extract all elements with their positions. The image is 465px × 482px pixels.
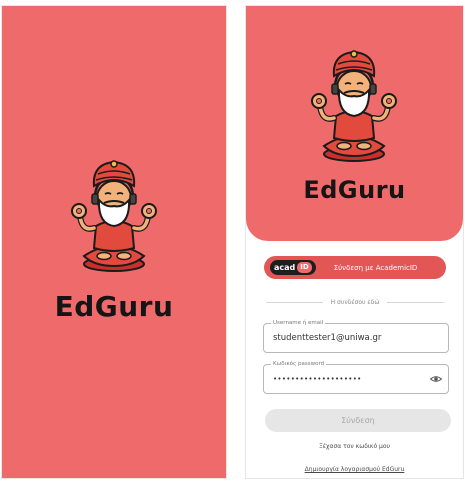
forgot-password-link[interactable]: Ξέχασα τον κωδικό μου [246, 443, 463, 450]
username-field[interactable]: Username ή email studenttester1@uniwa.gr [263, 319, 449, 353]
divider-line-right [387, 301, 444, 303]
guru-mascot-icon [64, 156, 164, 274]
academid-logo-badge: ID [297, 262, 312, 273]
academid-logo-text: acad [274, 263, 296, 272]
username-value: studenttester1@uniwa.gr [273, 333, 382, 343]
username-label: Username ή email [271, 319, 326, 327]
or-divider: Η συνδέσου εδώ [266, 297, 444, 307]
login-screen: EdGuru acad ID Σύνδεση με AcademicID Η σ… [246, 6, 463, 478]
login-submit-button[interactable]: Σύνδεση [265, 409, 451, 432]
password-value: •••••••••••••••••••• [273, 375, 362, 383]
password-label: Κωδικός password [271, 360, 327, 368]
divider-text: Η συνδέσου εδώ [330, 298, 380, 306]
create-account-link[interactable]: Δημιουργία λογαριασμού EdGuru [246, 466, 463, 473]
splash-brand-title: EdGuru [54, 290, 174, 323]
splash-screen: EdGuru [2, 6, 226, 478]
academid-login-button[interactable]: acad ID Σύνδεση με AcademicID [264, 256, 446, 279]
divider-line-left [266, 301, 323, 303]
academid-button-label: Σύνδεση με AcademicID [333, 263, 418, 272]
login-brand-title: EdGuru [303, 176, 406, 204]
password-field[interactable]: Κωδικός password •••••••••••••••••••• [263, 360, 449, 394]
academid-logo: acad ID [270, 260, 316, 275]
guru-mascot-icon [304, 46, 404, 164]
eye-icon[interactable] [430, 373, 442, 385]
